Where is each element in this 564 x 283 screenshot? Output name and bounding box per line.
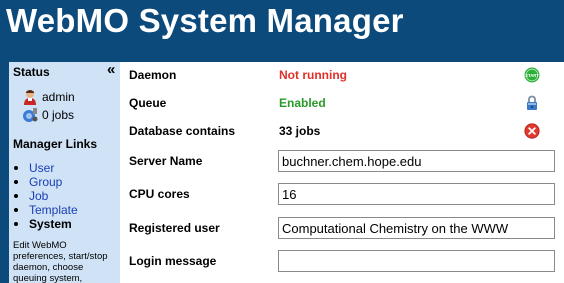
- login-message-input[interactable]: [278, 250, 555, 272]
- jobs-icon: [23, 108, 38, 122]
- cpu-cores-label: CPU cores: [129, 187, 190, 201]
- lock-icon[interactable]: [524, 95, 540, 111]
- registered-user-input[interactable]: [278, 217, 555, 239]
- template-link[interactable]: Template: [29, 203, 78, 217]
- collapse-sidebar-icon[interactable]: «: [107, 62, 115, 77]
- svg-text:START: START: [525, 73, 539, 78]
- job-link[interactable]: Job: [29, 189, 48, 203]
- sidebar: « Status admin 0 jobs Manager Links User…: [9, 62, 120, 283]
- sidebar-item-user: User: [13, 161, 78, 175]
- manager-links-heading: Manager Links: [13, 137, 98, 151]
- manager-links-list: User Group Job Template System: [13, 161, 78, 231]
- server-name-label: Server Name: [129, 154, 203, 168]
- sidebar-help-text: Edit WebMO preferences, start/stop daemo…: [13, 240, 108, 283]
- delete-icon[interactable]: [524, 123, 540, 139]
- app-header: WebMO System Manager: [0, 0, 564, 58]
- system-current: System: [29, 217, 72, 231]
- queue-row: Queue Enabled: [129, 91, 564, 115]
- group-link[interactable]: Group: [29, 175, 62, 189]
- daemon-label: Daemon: [129, 68, 177, 82]
- daemon-row: Daemon Not running START: [129, 63, 564, 87]
- page-title: WebMO System Manager: [6, 2, 404, 39]
- status-heading: Status: [13, 65, 50, 79]
- database-row: Database contains 33 jobs: [129, 119, 564, 143]
- user-name: admin: [42, 90, 75, 104]
- queue-status: Enabled: [279, 96, 326, 110]
- registered-user-label: Registered user: [129, 221, 220, 235]
- user-icon: [24, 90, 36, 105]
- sidebar-item-system: System: [13, 217, 78, 231]
- start-icon[interactable]: START: [524, 67, 540, 83]
- user-link[interactable]: User: [29, 161, 54, 175]
- cpu-cores-input[interactable]: [278, 183, 555, 205]
- job-count[interactable]: 0 jobs: [22, 107, 74, 123]
- sidebar-item-group: Group: [13, 175, 78, 189]
- jobs-label: 0 jobs: [42, 108, 75, 122]
- sidebar-item-template: Template: [13, 203, 78, 217]
- current-user[interactable]: admin: [22, 89, 75, 105]
- sidebar-item-job: Job: [13, 189, 78, 203]
- database-count: 33 jobs: [279, 124, 321, 138]
- queue-label: Queue: [129, 96, 167, 110]
- daemon-status: Not running: [279, 68, 347, 82]
- system-settings-panel: Daemon Not running START Queue Enabled D…: [120, 62, 564, 283]
- server-name-input[interactable]: [278, 150, 555, 172]
- login-message-label: Login message: [129, 254, 217, 268]
- database-label: Database contains: [129, 124, 236, 138]
